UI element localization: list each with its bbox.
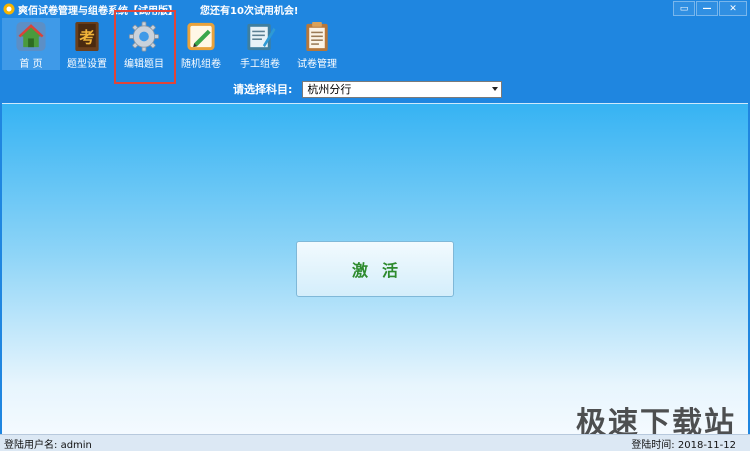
toolbar: 首 页 考 题型设置 编辑题目 随机组卷 手工组卷 试卷管理 请选择科目: 杭州…: [0, 10, 750, 104]
toolbar-item-label: 试卷管理: [297, 59, 337, 70]
toolbar-item-label: 题型设置: [67, 59, 107, 70]
subject-label: 请选择科目:: [233, 83, 293, 96]
main-panel: 激活 极速下载站: [2, 103, 748, 441]
subject-selector: 请选择科目: 杭州分行: [233, 80, 503, 98]
toolbar-item-random-paper[interactable]: 随机组卷: [172, 18, 230, 70]
window-controls: ▭ — ✕: [673, 1, 747, 16]
subject-selected-value: 杭州分行: [307, 83, 352, 96]
svg-text:考: 考: [79, 27, 95, 46]
clipboard-icon: [306, 21, 328, 52]
subject-dropdown[interactable]: 杭州分行: [302, 80, 503, 98]
toolbar-item-manual-paper[interactable]: 手工组卷: [231, 18, 289, 70]
toolbar-item-question-type[interactable]: 考 题型设置: [58, 18, 116, 70]
app-icon: [3, 3, 15, 15]
login-time-value: 2018-11-12: [677, 439, 736, 451]
restore-button[interactable]: ▭: [673, 1, 695, 16]
notepad-icon: [247, 23, 276, 51]
status-bar: 登陆用户名: admin 登陆时间: 2018-11-12: [0, 434, 750, 451]
title-bar: 爽佰试卷管理与组卷系统【试用版】 您还有10次试用机会! ▭ — ✕: [0, 0, 750, 18]
toolbar-item-paper-management[interactable]: 试卷管理: [288, 18, 346, 70]
toolbar-item-label: 首 页: [19, 59, 43, 70]
pencil-note-icon: [187, 22, 215, 51]
exam-book-icon: 考: [75, 21, 99, 52]
login-user: 登陆用户名: admin: [4, 436, 92, 451]
login-time: 登陆时间: 2018-11-12: [631, 436, 736, 451]
activate-button[interactable]: 激活: [296, 241, 454, 297]
chevron-down-icon: [492, 86, 499, 91]
toolbar-item-home[interactable]: 首 页: [2, 18, 60, 70]
login-user-label: 登陆用户名:: [4, 439, 58, 451]
trial-message: 您还有10次试用机会!: [200, 5, 299, 17]
toolbar-item-label: 随机组卷: [181, 59, 221, 70]
login-user-value: admin: [60, 439, 92, 451]
highlight-box: [114, 10, 176, 84]
toolbar-item-label: 手工组卷: [240, 59, 280, 70]
minimize-button[interactable]: —: [696, 1, 718, 16]
home-icon: [16, 21, 46, 52]
close-button[interactable]: ✕: [719, 1, 747, 16]
login-time-label: 登陆时间:: [631, 439, 675, 451]
